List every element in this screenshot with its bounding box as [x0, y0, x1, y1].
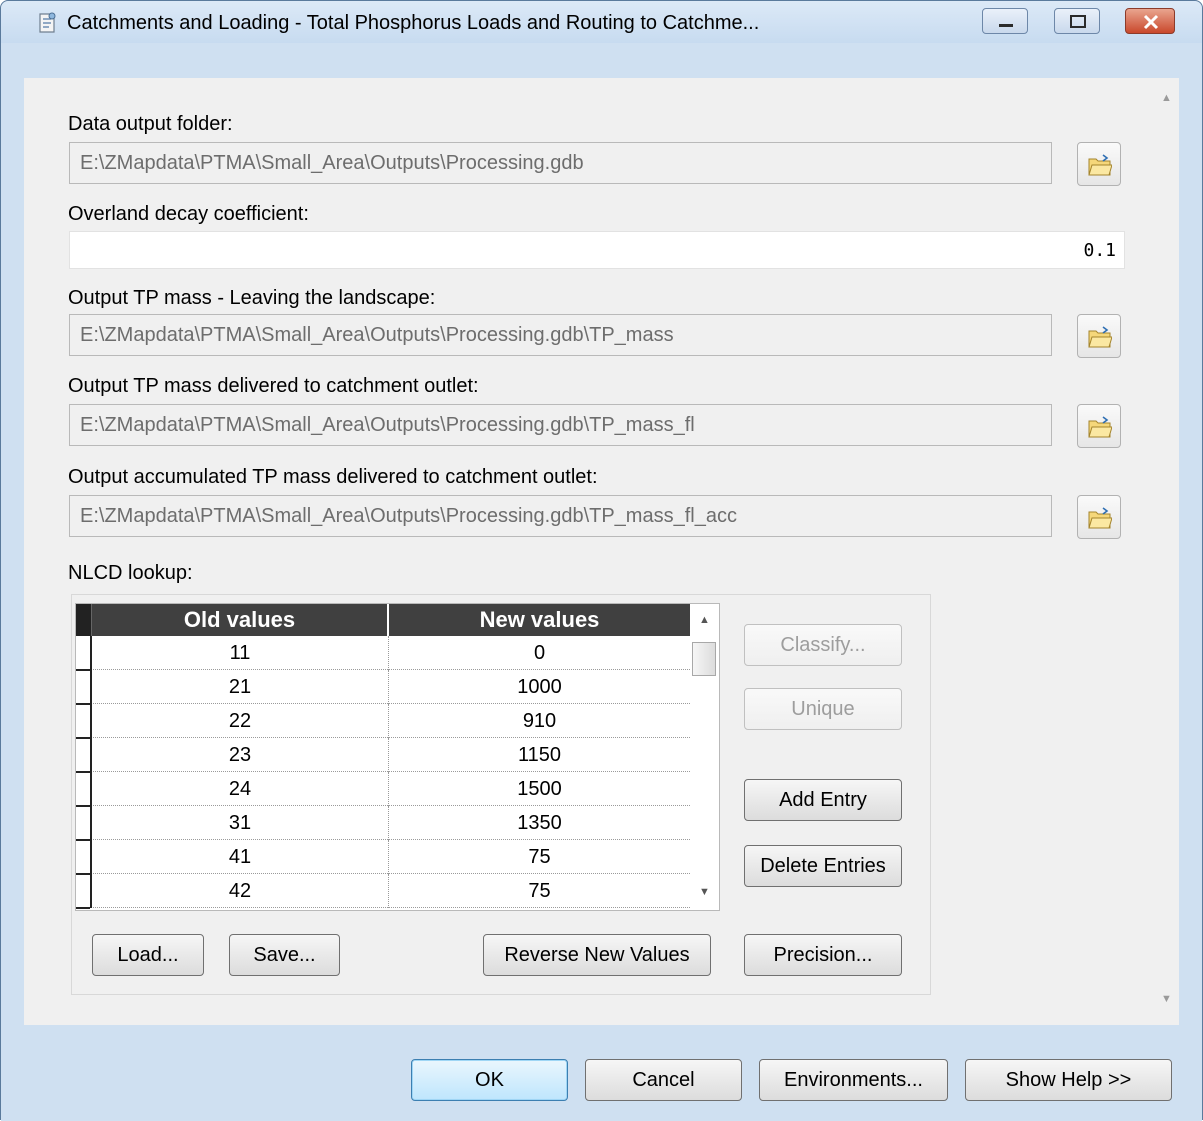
old-value-cell[interactable]: 42	[92, 874, 389, 908]
table-row[interactable]: 24 1500	[76, 772, 690, 807]
grid-corner	[76, 604, 92, 636]
folder-open-icon	[1088, 326, 1112, 348]
table-row[interactable]: 42 75	[76, 874, 690, 909]
row-header[interactable]	[76, 874, 92, 909]
old-value-cell[interactable]: 23	[92, 738, 389, 772]
row-header[interactable]	[76, 772, 92, 807]
tp-mass-leaving-label: Output TP mass - Leaving the landscape:	[68, 287, 436, 309]
title-bar[interactable]: Catchments and Loading - Total Phosphoru…	[1, 1, 1202, 43]
grid-header: Old values New values	[76, 604, 690, 636]
scroll-down-icon[interactable]: ▼	[699, 886, 710, 898]
table-row[interactable]: 41 75	[76, 840, 690, 875]
load-button[interactable]: Load...	[92, 934, 204, 976]
row-header[interactable]	[76, 840, 92, 875]
overland-decay-label: Overland decay coefficient:	[68, 203, 309, 225]
row-header[interactable]	[76, 670, 92, 705]
dialog-scrollbar[interactable]: ▲ ▼	[1155, 78, 1179, 1025]
table-row[interactable]: 11 0	[76, 636, 690, 671]
tp-mass-accumulated-input[interactable]: E:\ZMapdata\PTMA\Small_Area\Outputs\Proc…	[69, 495, 1052, 537]
tp-mass-accumulated-label: Output accumulated TP mass delivered to …	[68, 466, 598, 488]
data-output-folder-label: Data output folder:	[68, 113, 233, 135]
tool-script-icon	[35, 11, 59, 35]
window-title: Catchments and Loading - Total Phosphoru…	[67, 12, 760, 34]
table-row[interactable]: 21 1000	[76, 670, 690, 705]
row-header[interactable]	[76, 704, 92, 739]
tp-mass-delivered-label: Output TP mass delivered to catchment ou…	[68, 375, 479, 397]
row-header[interactable]	[76, 738, 92, 773]
minimize-button[interactable]	[982, 8, 1028, 34]
nlcd-lookup-grid[interactable]: Old values New values 11 0 21 1000 22 91…	[75, 603, 720, 911]
maximize-icon	[1070, 15, 1086, 28]
new-value-cell[interactable]: 910	[389, 704, 690, 738]
folder-open-icon	[1088, 507, 1112, 529]
old-value-cell[interactable]: 22	[92, 704, 389, 738]
old-value-cell[interactable]: 41	[92, 840, 389, 874]
tp-mass-leaving-input[interactable]: E:\ZMapdata\PTMA\Small_Area\Outputs\Proc…	[69, 314, 1052, 356]
scroll-up-icon[interactable]: ▲	[699, 614, 710, 626]
old-value-cell[interactable]: 24	[92, 772, 389, 806]
show-help-button[interactable]: Show Help >>	[965, 1059, 1172, 1101]
grid-scrollbar[interactable]: ▲ ▼	[690, 604, 719, 910]
save-button[interactable]: Save...	[229, 934, 340, 976]
maximize-button[interactable]	[1054, 8, 1100, 34]
ok-button[interactable]: OK	[411, 1059, 568, 1101]
environments-button[interactable]: Environments...	[759, 1059, 948, 1101]
new-value-cell[interactable]: 1000	[389, 670, 690, 704]
overland-decay-input[interactable]: 0.1	[69, 231, 1125, 269]
reverse-new-values-button[interactable]: Reverse New Values	[483, 934, 711, 976]
add-entry-button[interactable]: Add Entry	[744, 779, 902, 821]
tp-mass-delivered-input[interactable]: E:\ZMapdata\PTMA\Small_Area\Outputs\Proc…	[69, 404, 1052, 446]
table-row[interactable]: 22 910	[76, 704, 690, 739]
tp-mass-leaving-browse-button[interactable]	[1077, 314, 1121, 358]
scroll-thumb[interactable]	[692, 642, 716, 676]
cancel-button[interactable]: Cancel	[585, 1059, 742, 1101]
table-row[interactable]: 31 1350	[76, 806, 690, 841]
close-button[interactable]	[1125, 8, 1175, 34]
new-value-cell[interactable]: 1350	[389, 806, 690, 840]
nlcd-lookup-label: NLCD lookup:	[68, 562, 193, 584]
old-value-cell[interactable]: 31	[92, 806, 389, 840]
unique-button[interactable]: Unique	[744, 688, 902, 730]
new-value-cell[interactable]: 1150	[389, 738, 690, 772]
table-row[interactable]: 23 1150	[76, 738, 690, 773]
row-header[interactable]	[76, 806, 92, 841]
tp-mass-delivered-browse-button[interactable]	[1077, 404, 1121, 448]
old-value-cell[interactable]: 21	[92, 670, 389, 704]
data-output-folder-browse-button[interactable]	[1077, 142, 1121, 186]
minimize-icon	[999, 24, 1013, 27]
column-header-new-values[interactable]: New values	[389, 604, 690, 636]
scroll-up-icon[interactable]: ▲	[1161, 92, 1172, 104]
new-value-cell[interactable]: 0	[389, 636, 690, 670]
tp-mass-accumulated-browse-button[interactable]	[1077, 495, 1121, 539]
precision-button[interactable]: Precision...	[744, 934, 902, 976]
new-value-cell[interactable]: 1500	[389, 772, 690, 806]
data-output-folder-input[interactable]: E:\ZMapdata\PTMA\Small_Area\Outputs\Proc…	[69, 142, 1052, 184]
new-value-cell[interactable]: 75	[389, 840, 690, 874]
scroll-down-icon[interactable]: ▼	[1161, 993, 1172, 1005]
close-icon	[1143, 14, 1159, 30]
folder-open-icon	[1088, 416, 1112, 438]
tool-dialog-window: Catchments and Loading - Total Phosphoru…	[0, 0, 1203, 1121]
row-header[interactable]	[76, 636, 92, 671]
new-value-cell[interactable]: 75	[389, 874, 690, 908]
old-value-cell[interactable]: 11	[92, 636, 389, 670]
column-header-old-values[interactable]: Old values	[92, 604, 389, 636]
classify-button[interactable]: Classify...	[744, 624, 902, 666]
delete-entries-button[interactable]: Delete Entries	[744, 845, 902, 887]
folder-open-icon	[1088, 154, 1112, 176]
